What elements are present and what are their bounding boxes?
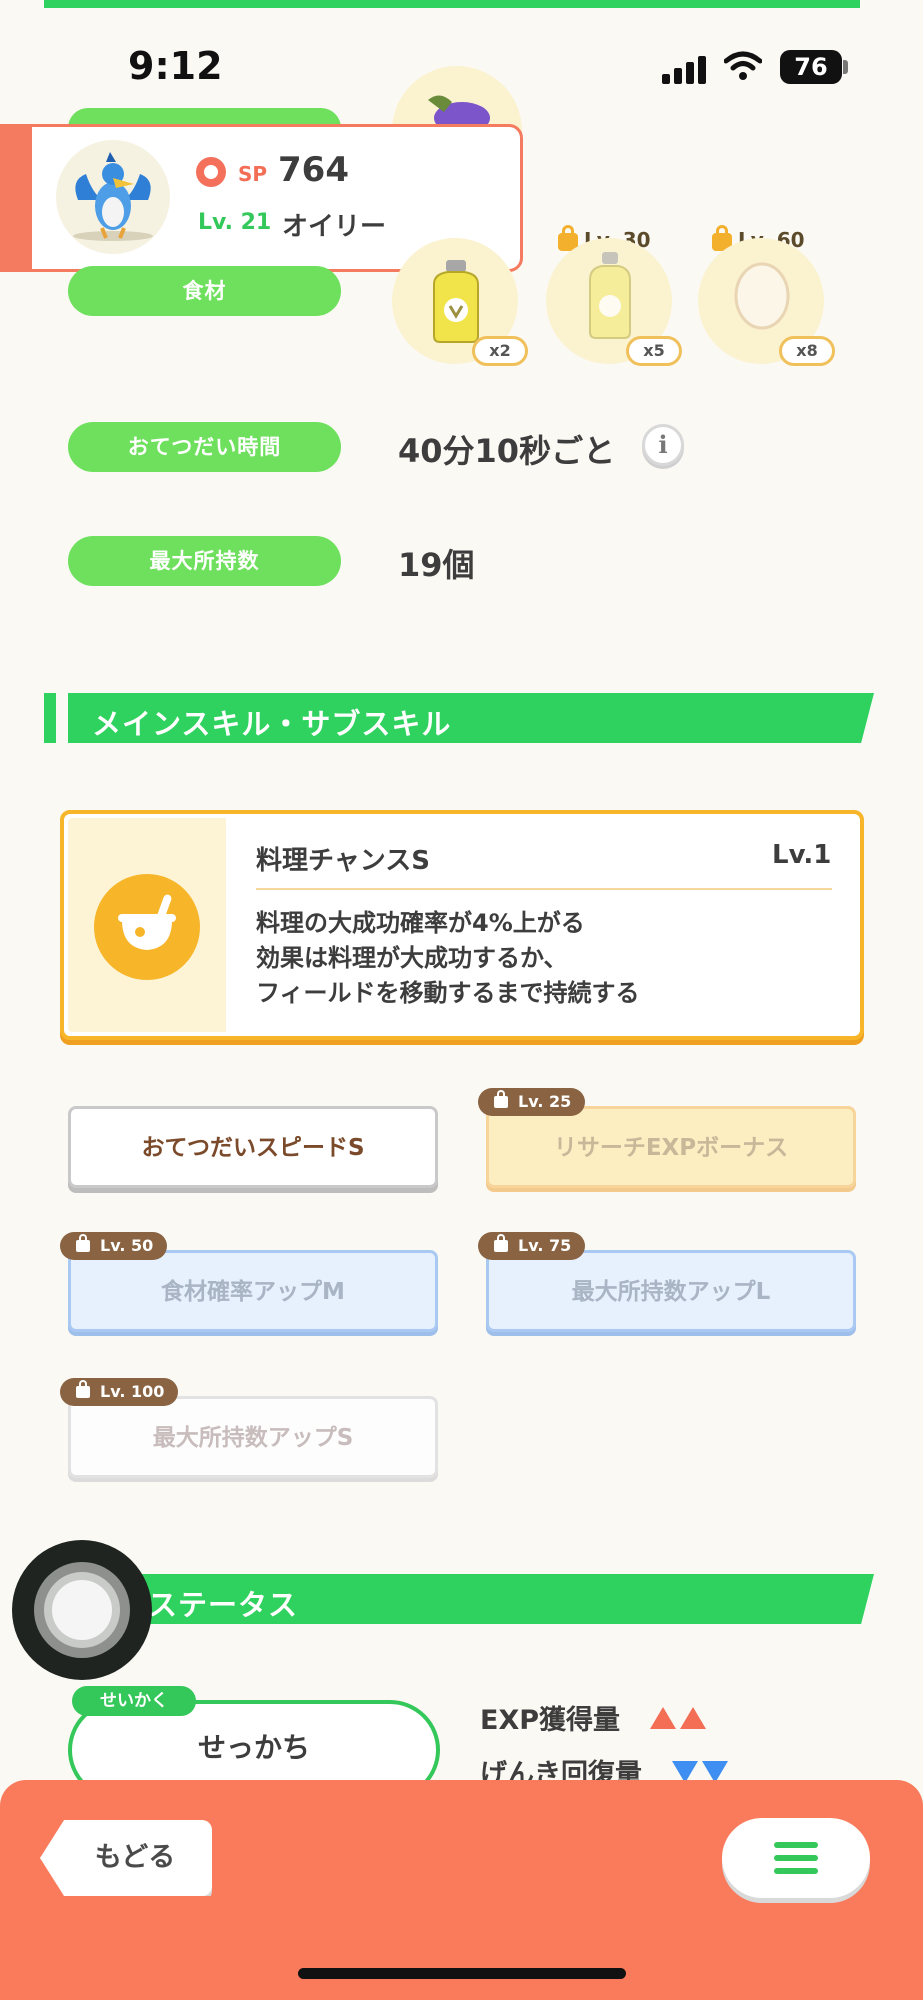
ingredient-qty-1: x2	[472, 336, 528, 366]
main-skill-desc-line: フィールドを移動するまで持続する	[256, 979, 640, 1007]
sub-skill-3-lock-label: Lv. 50	[100, 1236, 154, 1255]
nature-value: せっかち	[197, 1731, 310, 1764]
sub-skill-5-lock-label: Lv. 100	[100, 1382, 165, 1401]
sub-skill-5[interactable]: 最大所持数アップS	[68, 1396, 438, 1478]
assistive-touch-core	[52, 1580, 112, 1640]
lock-icon	[76, 1234, 90, 1252]
max-carry-value: 19個	[398, 546, 475, 584]
oil-bottle-icon	[433, 260, 479, 343]
egg-icon	[734, 262, 790, 330]
sp-label: SP	[238, 162, 268, 186]
ingredient-qty-3: x8	[779, 336, 835, 366]
lock-icon	[76, 1380, 90, 1398]
oil-bottle-icon	[589, 252, 631, 339]
pokemon-name: オイリー	[282, 212, 387, 242]
main-skill-level: Lv.1	[772, 840, 832, 870]
menu-icon	[774, 1855, 818, 1861]
arrow-up-icon	[680, 1707, 707, 1729]
nature-tag: せいかく	[72, 1686, 196, 1716]
stat-row-exp: EXP獲得量	[480, 1698, 710, 1737]
help-time-label: おてつだい時間	[68, 422, 341, 472]
pokeball-icon	[196, 157, 226, 187]
main-skill-title: 料理チャンスS	[256, 846, 430, 876]
sub-skill-4-lock-label: Lv. 75	[518, 1236, 572, 1255]
cooking-pot-icon	[94, 874, 200, 980]
sub-skill-5-lock-badge: Lv. 100	[60, 1378, 179, 1406]
lock-icon	[494, 1090, 508, 1108]
ingredients-label: 食材	[68, 266, 341, 316]
arrow-up-icon	[650, 1707, 677, 1729]
back-button[interactable]: もどる	[40, 1820, 212, 1896]
signal-icon	[662, 56, 706, 84]
battery-tip	[843, 60, 848, 74]
menu-icon	[774, 1868, 818, 1874]
sub-skill-4[interactable]: 最大所持数アップL	[486, 1250, 856, 1332]
max-carry-label: 最大所持数	[68, 536, 341, 586]
sub-skill-3-lock-badge: Lv. 50	[60, 1232, 168, 1260]
status-section-title: ステータス	[148, 1588, 299, 1622]
main-skill-desc-line: 効果は料理が大成功するか、	[256, 944, 568, 972]
section-bar-top	[44, 0, 860, 8]
info-icon[interactable]: i	[642, 424, 684, 466]
main-skill-description: 料理の大成功確率が4%上がる 効果は料理が大成功するか、 フィールドを移動するま…	[256, 906, 640, 1011]
card-accent	[0, 124, 32, 272]
menu-button[interactable]	[722, 1818, 870, 1898]
stat-label: EXP獲得量	[480, 1705, 621, 1736]
lock-icon	[494, 1234, 508, 1252]
sub-skill-2-lock-badge: Lv. 25	[478, 1088, 586, 1116]
sp-value: 764	[278, 150, 349, 190]
skills-section-header: メインスキル・サブスキル	[44, 693, 874, 743]
ingredient-qty-2: x5	[626, 336, 682, 366]
divider	[256, 888, 832, 890]
menu-icon	[774, 1842, 818, 1848]
battery-icon: 76	[780, 50, 842, 84]
wifi-icon	[724, 51, 762, 80]
status-section-header: ステータス	[44, 1574, 874, 1624]
sub-skill-2-lock-label: Lv. 25	[518, 1092, 572, 1111]
pelipper-icon	[73, 152, 153, 241]
status-time: 9:12	[128, 44, 223, 88]
pokemon-level: Lv. 21	[198, 210, 272, 235]
sub-skill-3[interactable]: 食材確率アップM	[68, 1250, 438, 1332]
sub-skill-1[interactable]: おてつだいスピードS	[68, 1106, 438, 1188]
help-time-value: 40分10秒ごと	[398, 432, 616, 470]
pokemon-avatar	[56, 140, 170, 254]
skills-section-title: メインスキル・サブスキル	[92, 707, 452, 741]
sub-skill-4-lock-badge: Lv. 75	[478, 1232, 586, 1260]
home-indicator	[298, 1968, 626, 1979]
sub-skill-2[interactable]: リサーチEXPボーナス	[486, 1106, 856, 1188]
main-skill-desc-line: 料理の大成功確率が4%上がる	[256, 909, 585, 937]
